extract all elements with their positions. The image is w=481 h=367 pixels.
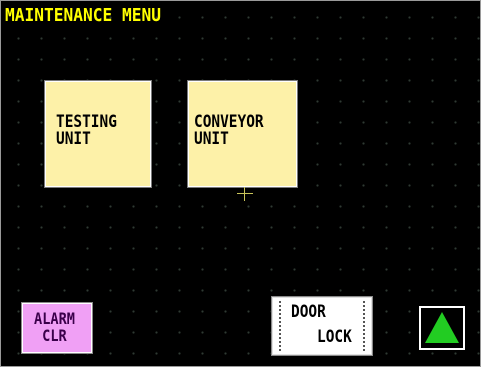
up-arrow-button[interactable] (419, 306, 465, 350)
door-lock-label-line1: DOOR (291, 302, 326, 322)
alarm-clear-label-line1: ALARM (34, 309, 75, 328)
alarm-clear-button[interactable]: ALARM CLR (21, 302, 93, 354)
alarm-clear-label-line2: CLR (42, 326, 67, 345)
door-lock-button[interactable]: DOOR LOCK (271, 296, 373, 356)
conveyor-unit-label-line2: UNIT (194, 129, 229, 149)
hmi-screen: MAINTENANCE MENU TESTING UNIT CONVEYOR U… (0, 0, 481, 367)
testing-unit-label-line2: UNIT (56, 129, 91, 149)
testing-unit-button[interactable]: TESTING UNIT (44, 80, 152, 188)
triangle-up-icon (425, 312, 459, 343)
testing-unit-label: TESTING UNIT (56, 114, 117, 148)
screen-title: MAINTENANCE MENU (5, 5, 162, 26)
conveyor-unit-label: CONVEYOR UNIT (194, 114, 264, 148)
door-lock-label-line2: LOCK (317, 327, 352, 347)
alarm-clear-label: ALARM CLR (34, 310, 75, 344)
crosshair-cursor-icon (235, 187, 255, 207)
conveyor-unit-button[interactable]: CONVEYOR UNIT (187, 80, 298, 188)
